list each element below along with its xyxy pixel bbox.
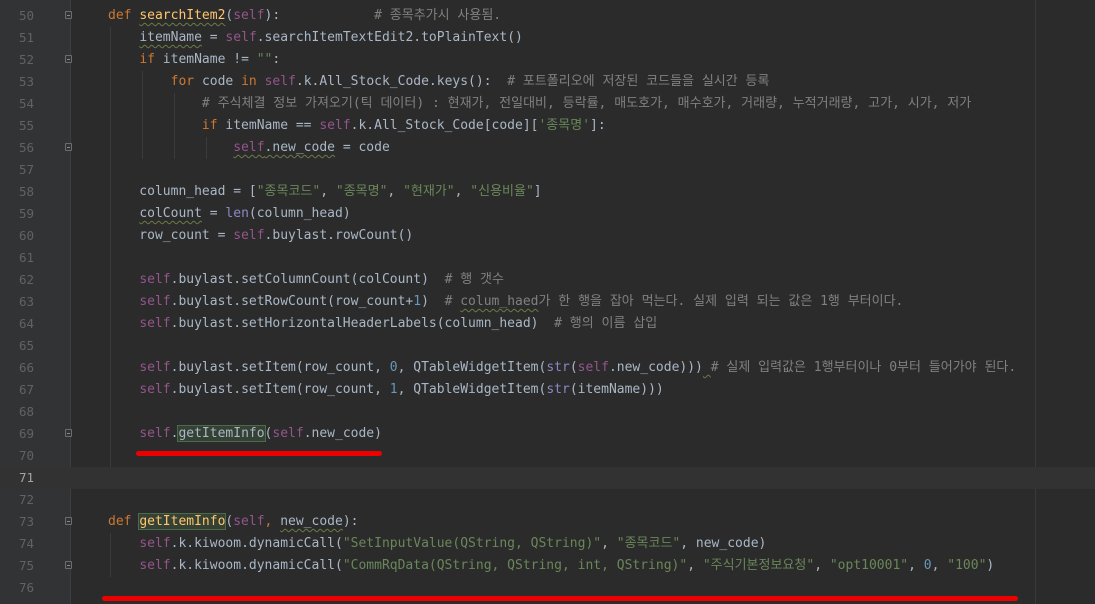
code-line[interactable]: 50 def searchItem2(self): # 종목추가시 사용됨. xyxy=(0,5,1095,27)
line-number: 57 xyxy=(18,162,34,177)
indent-guide xyxy=(110,533,111,577)
code-line[interactable]: 56 self.new_code = code xyxy=(0,137,1095,159)
indent-guide xyxy=(110,27,111,467)
code-text: self.k.kiwoom.dynamicCall("SetInputValue… xyxy=(139,536,767,551)
line-number: 65 xyxy=(18,338,34,353)
line-number: 58 xyxy=(18,184,34,199)
line-number: 63 xyxy=(18,294,34,309)
line-number: 75 xyxy=(18,558,34,573)
fold-marker-icon[interactable] xyxy=(65,429,72,437)
code-editor[interactable]: 50 def searchItem2(self): # 종목추가시 사용됨. 51 … xyxy=(0,0,1095,604)
code-text: itemName = self.searchItemTextEdit2.toPl… xyxy=(139,30,523,45)
code-line[interactable]: 68 xyxy=(0,401,1095,423)
code-text: row_count = self.buylast.rowCount() xyxy=(108,228,414,243)
line-number: 73 xyxy=(18,514,34,529)
code-line[interactable]: 66 self.buylast.setItem(row_count, 0, QT… xyxy=(0,357,1095,379)
fold-marker-icon[interactable] xyxy=(65,561,72,569)
code-line[interactable]: 61 xyxy=(0,247,1095,269)
code-text: self.buylast.setRowCount(row_count+1) # … xyxy=(139,294,904,309)
line-number: 55 xyxy=(18,118,34,133)
code-line[interactable]: 62 self.buylast.setColumnCount(colCount)… xyxy=(0,269,1095,291)
line-number: 53 xyxy=(18,74,34,89)
indent-guide xyxy=(142,71,143,159)
line-number: 56 xyxy=(18,140,34,155)
code-line[interactable]: 73 def getItemInfo(self, new_code): xyxy=(0,511,1095,533)
code-text: def getItemInfo(self, new_code): xyxy=(108,513,359,530)
code-text: self.buylast.setItem(row_count, 0, QTabl… xyxy=(139,360,1017,375)
line-number: 52 xyxy=(18,52,34,67)
line-number: 70 xyxy=(18,448,34,463)
line-number: 67 xyxy=(18,382,34,397)
indent-guide xyxy=(174,93,175,159)
code-line[interactable]: 64 self.buylast.setHorizontalHeaderLabel… xyxy=(0,313,1095,335)
code-line[interactable]: 54 # 주식체결 정보 가져오기(틱 데이터) : 현재가, 전일대비, 등락… xyxy=(0,93,1095,115)
line-number: 74 xyxy=(18,536,34,551)
code-text: column_head = ["종목코드", "종목명", "현재가", "신용… xyxy=(108,184,542,199)
code-line[interactable]: 69 self.getItemInfo(self.new_code) xyxy=(0,423,1095,445)
line-number: 51 xyxy=(18,30,34,45)
red-annotation-underline-2 xyxy=(102,596,1018,601)
code-line[interactable]: 74 self.k.kiwoom.dynamicCall("SetInputVa… xyxy=(0,533,1095,555)
line-number: 54 xyxy=(18,96,34,111)
line-number: 68 xyxy=(18,404,34,419)
code-text: self.getItemInfo(self.new_code) xyxy=(139,425,382,442)
code-text: self.buylast.setItem(row_count, 1, QTabl… xyxy=(139,382,664,397)
code-text: self.new_code = code xyxy=(233,140,390,155)
code-text: def searchItem2(self): # 종목추가시 사용됨. xyxy=(108,8,502,23)
code-line[interactable]: 55 if itemName == self.k.All_Stock_Code[… xyxy=(0,115,1095,137)
code-line[interactable]: 51 itemName = self.searchItemTextEdit2.t… xyxy=(0,27,1095,49)
code-line[interactable]: 53 for code in self.k.All_Stock_Code.key… xyxy=(0,71,1095,93)
code-text: for code in self.k.All_Stock_Code.keys()… xyxy=(170,74,770,89)
code-line[interactable]: 63 self.buylast.setRowCount(row_count+1)… xyxy=(0,291,1095,313)
code-text: self.k.kiwoom.dynamicCall("CommRqData(QS… xyxy=(139,558,995,573)
code-text: # 주식체결 정보 가져오기(틱 데이터) : 현재가, 전일대비, 등락률, … xyxy=(201,96,972,111)
line-number: 62 xyxy=(18,272,34,287)
fold-marker-icon[interactable] xyxy=(65,55,72,63)
line-number: 71 xyxy=(18,470,34,485)
code-line[interactable]: 60 row_count = self.buylast.rowCount() xyxy=(0,225,1095,247)
fold-marker-icon[interactable] xyxy=(65,143,72,151)
code-text: self.buylast.setColumnCount(colCount) # … xyxy=(139,272,504,287)
line-number: 76 xyxy=(18,580,34,595)
code-line[interactable]: 70 xyxy=(0,445,1095,467)
line-number: 59 xyxy=(18,206,34,221)
code-text: colCount = len(column_head) xyxy=(139,206,351,221)
line-number: 72 xyxy=(18,492,34,507)
code-line[interactable]: 59 colCount = len(column_head) xyxy=(0,203,1095,225)
red-annotation-underline-1 xyxy=(136,451,382,456)
line-number: 64 xyxy=(18,316,34,331)
line-number: 50 xyxy=(18,8,34,23)
code-text: self.buylast.setHorizontalHeaderLabels(c… xyxy=(139,316,658,331)
line-number: 69 xyxy=(18,426,34,441)
code-line[interactable]: 72 xyxy=(0,489,1095,511)
code-line[interactable]: 52 if itemName != "": xyxy=(0,49,1095,71)
code-line[interactable]: 57 xyxy=(0,159,1095,181)
line-number: 61 xyxy=(18,250,34,265)
code-text: if itemName != "": xyxy=(139,52,281,67)
code-line[interactable]: 71 xyxy=(0,467,1095,489)
indent-guide xyxy=(206,137,207,159)
code-line[interactable]: 67 self.buylast.setItem(row_count, 1, QT… xyxy=(0,379,1095,401)
code-line[interactable]: 75 self.k.kiwoom.dynamicCall("CommRqData… xyxy=(0,555,1095,577)
code-line[interactable]: 65 xyxy=(0,335,1095,357)
fold-marker-icon[interactable] xyxy=(65,11,72,19)
code-line[interactable]: 58 column_head = ["종목코드", "종목명", "현재가", … xyxy=(0,181,1095,203)
code-text: if itemName == self.k.All_Stock_Code[cod… xyxy=(201,118,606,133)
line-number: 60 xyxy=(18,228,34,243)
fold-marker-icon[interactable] xyxy=(65,517,72,525)
line-number: 66 xyxy=(18,360,34,375)
code-area[interactable]: 50 def searchItem2(self): # 종목추가시 사용됨. 51 … xyxy=(0,0,1095,604)
